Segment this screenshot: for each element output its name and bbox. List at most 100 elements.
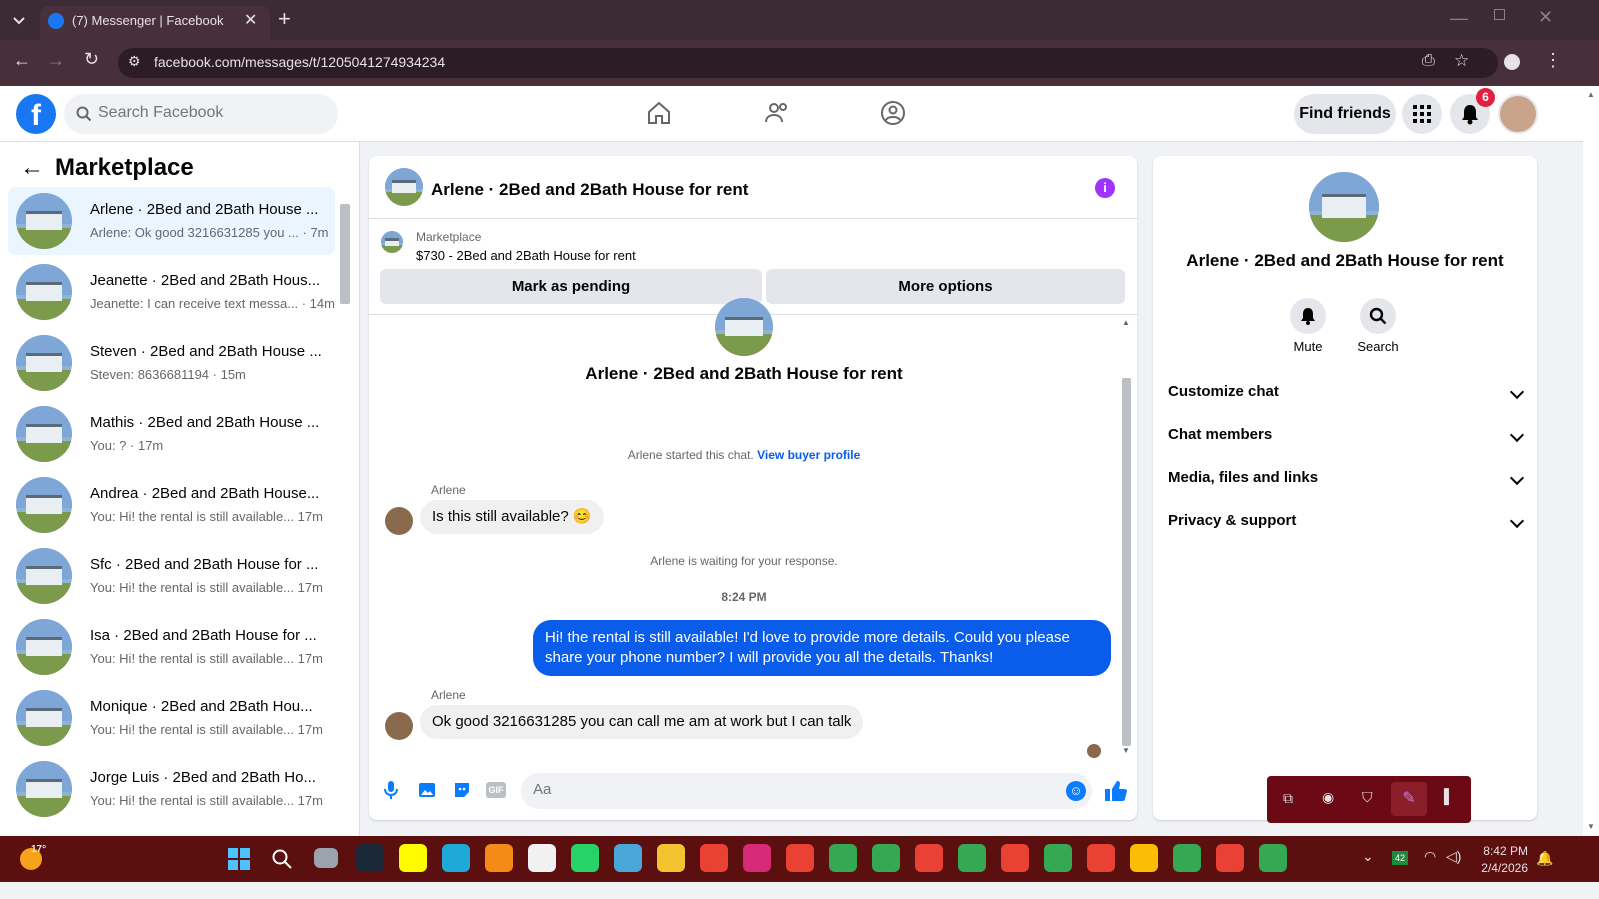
edge-icon[interactable] [442,844,470,872]
search-box[interactable] [64,94,338,134]
chrome-icon[interactable] [915,844,943,872]
reload-icon[interactable]: ↻ [84,49,99,70]
outgoing-message[interactable]: Hi! the rental is still available! I'd l… [533,620,1111,676]
chrome-icon[interactable] [1216,844,1244,872]
chat-members-section[interactable]: Chat members [1168,416,1525,456]
instagram-icon[interactable] [743,844,771,872]
chat-header-title[interactable]: Arlene · 2Bed and 2Bath House for rent [431,180,748,200]
sender-avatar[interactable] [385,712,413,740]
groups-icon[interactable] [880,100,906,126]
conversation-item[interactable]: Sfc · 2Bed and 2Bath House for ... You: … [8,542,335,610]
mark-as-pending-button[interactable]: Mark as pending [380,269,762,304]
sender-avatar[interactable] [385,507,413,535]
whatsapp-icon[interactable] [571,844,599,872]
privacy-support-section[interactable]: Privacy & support [1168,502,1525,542]
search-label[interactable]: Search [1348,339,1408,354]
customize-chat-section[interactable]: Customize chat [1168,373,1525,413]
search-conversation-icon[interactable] [1360,298,1396,334]
message-input[interactable] [533,781,1033,798]
message-composer[interactable]: ☺ [521,773,1092,809]
microphone-icon[interactable] [383,780,399,800]
steam-app-icon[interactable] [356,844,384,872]
facebook-logo-icon[interactable]: f [16,94,56,134]
home-icon[interactable] [646,100,672,126]
messages-scrollbar[interactable]: ▲ ▼ [1119,316,1133,760]
mute-bell-icon[interactable] [1290,298,1326,334]
feather-icon[interactable]: ✎ [1391,782,1427,816]
performance-icon[interactable]: ▐ [1439,788,1449,804]
browser-tab[interactable]: (7) Messenger | Facebook ✕ [40,6,270,40]
chrome-icon[interactable] [1001,844,1029,872]
clock-time[interactable]: 8:42 PM [1480,844,1528,858]
chrome-icon[interactable] [958,844,986,872]
find-friends-button[interactable]: Find friends [1294,94,1396,134]
emoji-icon[interactable]: ☺ [1066,781,1086,801]
more-options-button[interactable]: More options [766,269,1125,304]
photo-icon[interactable] [417,780,437,800]
wifi-icon[interactable]: ◠ [1424,848,1436,865]
conversation-item[interactable]: Isa · 2Bed and 2Bath House for ... You: … [8,613,335,681]
mute-label[interactable]: Mute [1278,339,1338,354]
search-input[interactable] [98,104,318,122]
taskbar-search-icon[interactable] [272,849,292,869]
task-view-icon[interactable] [314,848,338,868]
shield-icon[interactable]: ⛉ [1362,789,1373,806]
tray-overflow-chevron-icon[interactable]: ⌄ [1362,848,1374,865]
chrome-icon[interactable] [700,844,728,872]
url-field[interactable]: ⚙ facebook.com/messages/t/12050412749342… [118,48,1498,78]
new-tab-icon[interactable]: + [278,6,291,32]
chrome-icon[interactable] [1130,844,1158,872]
info-icon[interactable]: i [1095,178,1115,198]
steam-icon[interactable]: ◉ [1322,789,1334,806]
terminal-icon[interactable] [614,844,642,872]
tab-close-icon[interactable]: ✕ [244,10,257,30]
volume-icon[interactable]: ◁) [1446,848,1461,865]
site-settings-icon[interactable]: ⚙ [128,53,141,70]
tray-app-badge[interactable]: 42 [1392,851,1408,865]
notification-bell-icon[interactable]: 🔔 [1536,850,1553,867]
snapchat-icon[interactable] [399,844,427,872]
account-avatar[interactable] [1498,94,1538,134]
bookmark-star-icon[interactable]: ☆ [1454,51,1469,71]
back-icon[interactable]: ← [13,50,31,71]
windows-start-icon[interactable] [228,848,250,870]
sticker-icon[interactable] [452,780,472,800]
listing-title[interactable]: $730 - 2Bed and 2Bath House for rent [416,248,636,263]
conversation-item[interactable]: Jorge Luis · 2Bed and 2Bath Ho... You: H… [8,755,335,823]
chrome-icon[interactable] [872,844,900,872]
media-files-links-section[interactable]: Media, files and links [1168,459,1525,499]
chrome-icon[interactable] [1044,844,1072,872]
profile-icon[interactable] [1504,54,1520,70]
like-thumb-icon[interactable] [1103,780,1127,802]
gif-icon[interactable]: GIF [486,782,506,798]
browser-menu-icon[interactable]: ⋮ [1544,50,1562,71]
incoming-message[interactable]: Is this still available? 😊 [420,500,604,534]
menu-grid-icon[interactable] [1402,94,1442,134]
install-app-icon[interactable]: ⎙ [1422,52,1435,70]
chrome-icon[interactable] [829,844,857,872]
vlc-icon[interactable] [485,844,513,872]
tab-list-chevron-icon[interactable] [10,11,28,29]
conversation-item[interactable]: Steven · 2Bed and 2Bath House ... Steven… [8,329,335,397]
incoming-message[interactable]: Ok good 3216631285 you can call me am at… [420,705,864,739]
chrome-icon[interactable] [786,844,814,872]
clock-date[interactable]: 2/4/2026 [1474,861,1528,875]
restore-icon[interactable] [1494,9,1505,20]
microsoft-store-icon[interactable] [528,844,556,872]
forward-icon[interactable]: → [47,50,65,71]
back-arrow-icon[interactable]: ← [20,154,44,182]
conversation-item[interactable]: Jeanette · 2Bed and 2Bath Hous... Jeanet… [8,258,335,326]
conversation-item[interactable]: Monique · 2Bed and 2Bath Hou... You: Hi!… [8,684,335,752]
chrome-icon[interactable] [1087,844,1115,872]
chrome-icon[interactable] [1259,844,1287,872]
page-scrollbar[interactable]: ▲ ▼ [1583,86,1599,836]
close-window-icon[interactable]: ✕ [1538,7,1553,28]
capture-icon[interactable]: ⧉ [1283,790,1293,807]
friends-icon[interactable] [764,100,790,126]
conversation-item[interactable]: Arlene · 2Bed and 2Bath House ... Arlene… [8,187,335,255]
minimize-icon[interactable]: — [1450,8,1468,29]
conversation-list-scrollbar[interactable] [338,190,350,830]
file-explorer-icon[interactable] [657,844,685,872]
conversation-item[interactable]: Mathis · 2Bed and 2Bath House ... You: ?… [8,400,335,468]
chrome-icon[interactable] [1173,844,1201,872]
